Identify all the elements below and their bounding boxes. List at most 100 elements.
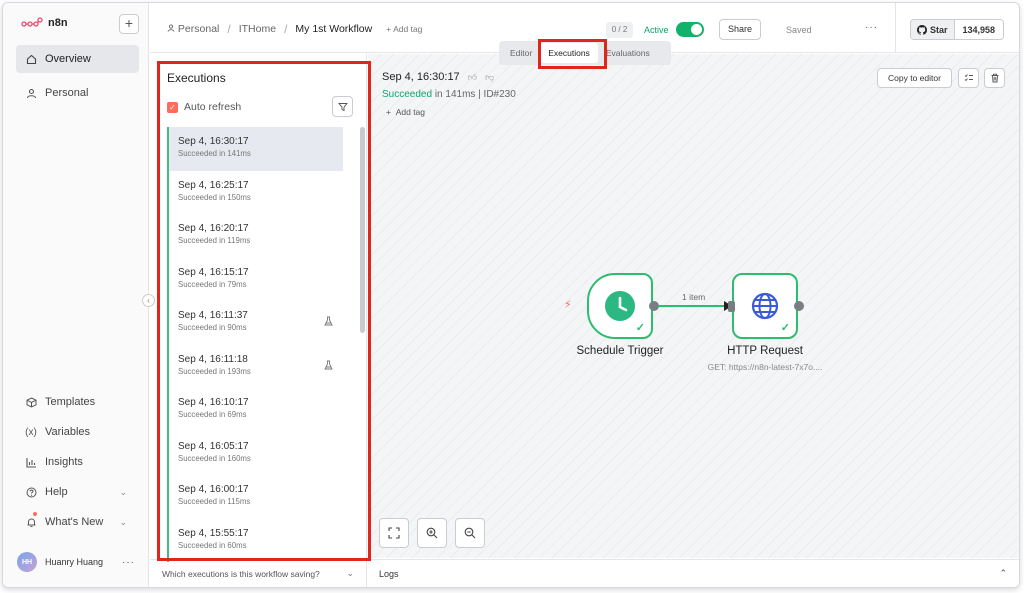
sidebar-item-label: What's New — [45, 516, 104, 528]
activation-counter: 0 / 2 — [606, 22, 633, 38]
chevron-up-icon: ⌃ — [999, 568, 1007, 578]
clock-icon — [605, 291, 635, 321]
status-detail: in 141ms | ID#230 — [432, 89, 516, 100]
execution-title: Sep 4, 16:30:17 👍︎ 👎︎ — [382, 71, 494, 83]
breadcrumb-project[interactable]: Personal — [167, 23, 219, 35]
breadcrumb: Personal / ITHome / My 1st Workflow + Ad… — [167, 22, 422, 36]
add-tag-button[interactable]: + Add tag — [386, 24, 422, 34]
sidebar-item-help[interactable]: Help ⌄ — [16, 478, 139, 506]
trash-icon — [991, 73, 998, 83]
github-star-button[interactable]: Star 134,958 — [910, 19, 1005, 40]
fit-view-icon — [388, 527, 400, 539]
sidebar-item-personal[interactable]: Personal — [16, 79, 139, 107]
schedule-trigger-label: Schedule Trigger — [576, 345, 664, 357]
active-label: Active — [644, 25, 669, 35]
delete-execution-button[interactable] — [984, 68, 1005, 88]
sidebar-item-templates[interactable]: Templates — [16, 388, 139, 416]
github-star-label: Star — [930, 24, 948, 35]
breadcrumb-separator: / — [227, 22, 231, 36]
sidebar-item-label: Variables — [45, 426, 91, 438]
breadcrumb-separator: / — [284, 22, 288, 36]
workflow-more-button[interactable]: ··· — [865, 22, 878, 33]
checklist-icon — [964, 74, 973, 82]
highlight-box-executions-panel — [157, 61, 371, 561]
create-button[interactable]: + — [119, 14, 139, 34]
header-divider — [895, 3, 896, 53]
connection-line[interactable] — [658, 305, 728, 307]
n8n-logo-icon — [21, 17, 43, 27]
copy-to-editor-button[interactable]: Copy to editor — [877, 68, 952, 88]
breadcrumb-project-label: Personal — [177, 23, 220, 35]
app-window: n8n + Overview Personal ‹ Templates (x) … — [2, 2, 1020, 588]
github-star-count: 134,958 — [954, 20, 1004, 39]
saved-status: Saved — [786, 25, 812, 35]
sidebar-item-whats-new[interactable]: What's New ⌄ — [16, 508, 139, 536]
sidebar-item-label: Help — [45, 486, 68, 498]
variables-icon: (x) — [25, 426, 37, 438]
tab-editor[interactable]: Editor — [502, 43, 540, 63]
execution-time: Sep 4, 16:30:17 — [382, 71, 460, 83]
help-icon — [25, 486, 37, 498]
sidebar-item-variables[interactable]: (x) Variables — [16, 418, 139, 446]
thumbs-down-icon[interactable]: 👎︎ — [485, 72, 494, 83]
box-icon — [25, 396, 37, 408]
user-icon — [167, 24, 175, 32]
status-word: Succeeded — [382, 89, 433, 100]
active-toggle[interactable] — [676, 22, 704, 37]
http-request-subtitle: GET: https://n8n-latest-7x7o.... — [707, 362, 823, 372]
zoom-in-button[interactable] — [417, 518, 447, 548]
user-more-button[interactable]: ··· — [122, 557, 135, 568]
sidebar-item-overview[interactable]: Overview — [16, 45, 139, 73]
breadcrumb-folder[interactable]: ITHome — [239, 23, 276, 35]
chevron-down-icon: ⌄ — [119, 486, 127, 497]
zoom-in-icon — [426, 527, 438, 539]
output-port[interactable] — [794, 301, 804, 311]
user-icon — [25, 87, 37, 99]
zoom-out-button[interactable] — [455, 518, 485, 548]
sidebar: n8n + Overview Personal ‹ Templates (x) … — [3, 3, 155, 587]
plus-icon: + — [386, 107, 391, 117]
sidebar-item-label: Insights — [45, 456, 83, 468]
annotate-button[interactable] — [958, 68, 979, 88]
chart-icon — [25, 456, 37, 468]
zoom-out-icon — [464, 527, 476, 539]
workflow-canvas[interactable]: Sep 4, 16:30:17 👍︎ 👎︎ Succeeded in 141ms… — [368, 54, 1019, 558]
highlight-box-executions-tab — [538, 39, 607, 69]
fit-view-button[interactable] — [379, 518, 409, 548]
trigger-bolt-icon: ⚡︎ — [564, 299, 572, 311]
http-request-node[interactable]: ✓ — [732, 273, 798, 339]
logs-label: Logs — [379, 568, 399, 579]
chevron-down-icon: ⌄ — [119, 516, 127, 527]
logs-panel-toggle[interactable]: Logs ⌃ — [368, 559, 1019, 587]
success-check-icon: ✓ — [635, 322, 645, 334]
user-menu[interactable]: HH Huanry Huang ··· — [17, 548, 141, 576]
home-icon — [25, 53, 37, 65]
collapse-sidebar-button[interactable]: ‹ — [142, 294, 155, 307]
input-port[interactable] — [728, 301, 735, 312]
executions-saving-label: Which executions is this workflow saving… — [162, 568, 320, 579]
add-tag-label: Add tag — [395, 107, 426, 117]
connection-item-count: 1 item — [682, 292, 706, 302]
sidebar-item-label: Overview — [45, 53, 91, 65]
github-star: Star — [911, 20, 955, 39]
http-request-label: HTTP Request — [727, 345, 803, 357]
user-name: Huanry Huang — [45, 557, 104, 567]
sidebar-item-label: Templates — [45, 396, 96, 408]
sidebar-item-insights[interactable]: Insights — [16, 448, 139, 476]
executions-saving-info[interactable]: Which executions is this workflow saving… — [150, 559, 367, 587]
bell-icon — [25, 516, 37, 528]
avatar: HH — [17, 552, 37, 572]
thumbs-up-icon[interactable]: 👍︎ — [468, 72, 477, 83]
notification-dot — [33, 512, 37, 516]
share-button[interactable]: Share — [719, 19, 761, 40]
globe-icon — [751, 292, 779, 320]
success-check-icon: ✓ — [780, 322, 790, 334]
execution-add-tag-button[interactable]: + Add tag — [386, 107, 425, 117]
github-icon — [917, 24, 927, 35]
workflow-name[interactable]: My 1st Workflow — [295, 23, 372, 35]
n8n-logo[interactable]: n8n — [21, 17, 68, 29]
sidebar-item-label: Personal — [45, 87, 89, 99]
schedule-trigger-node[interactable]: ✓ — [587, 273, 653, 339]
chevron-down-icon: ⌄ — [346, 568, 354, 578]
logo-text: n8n — [48, 17, 68, 29]
